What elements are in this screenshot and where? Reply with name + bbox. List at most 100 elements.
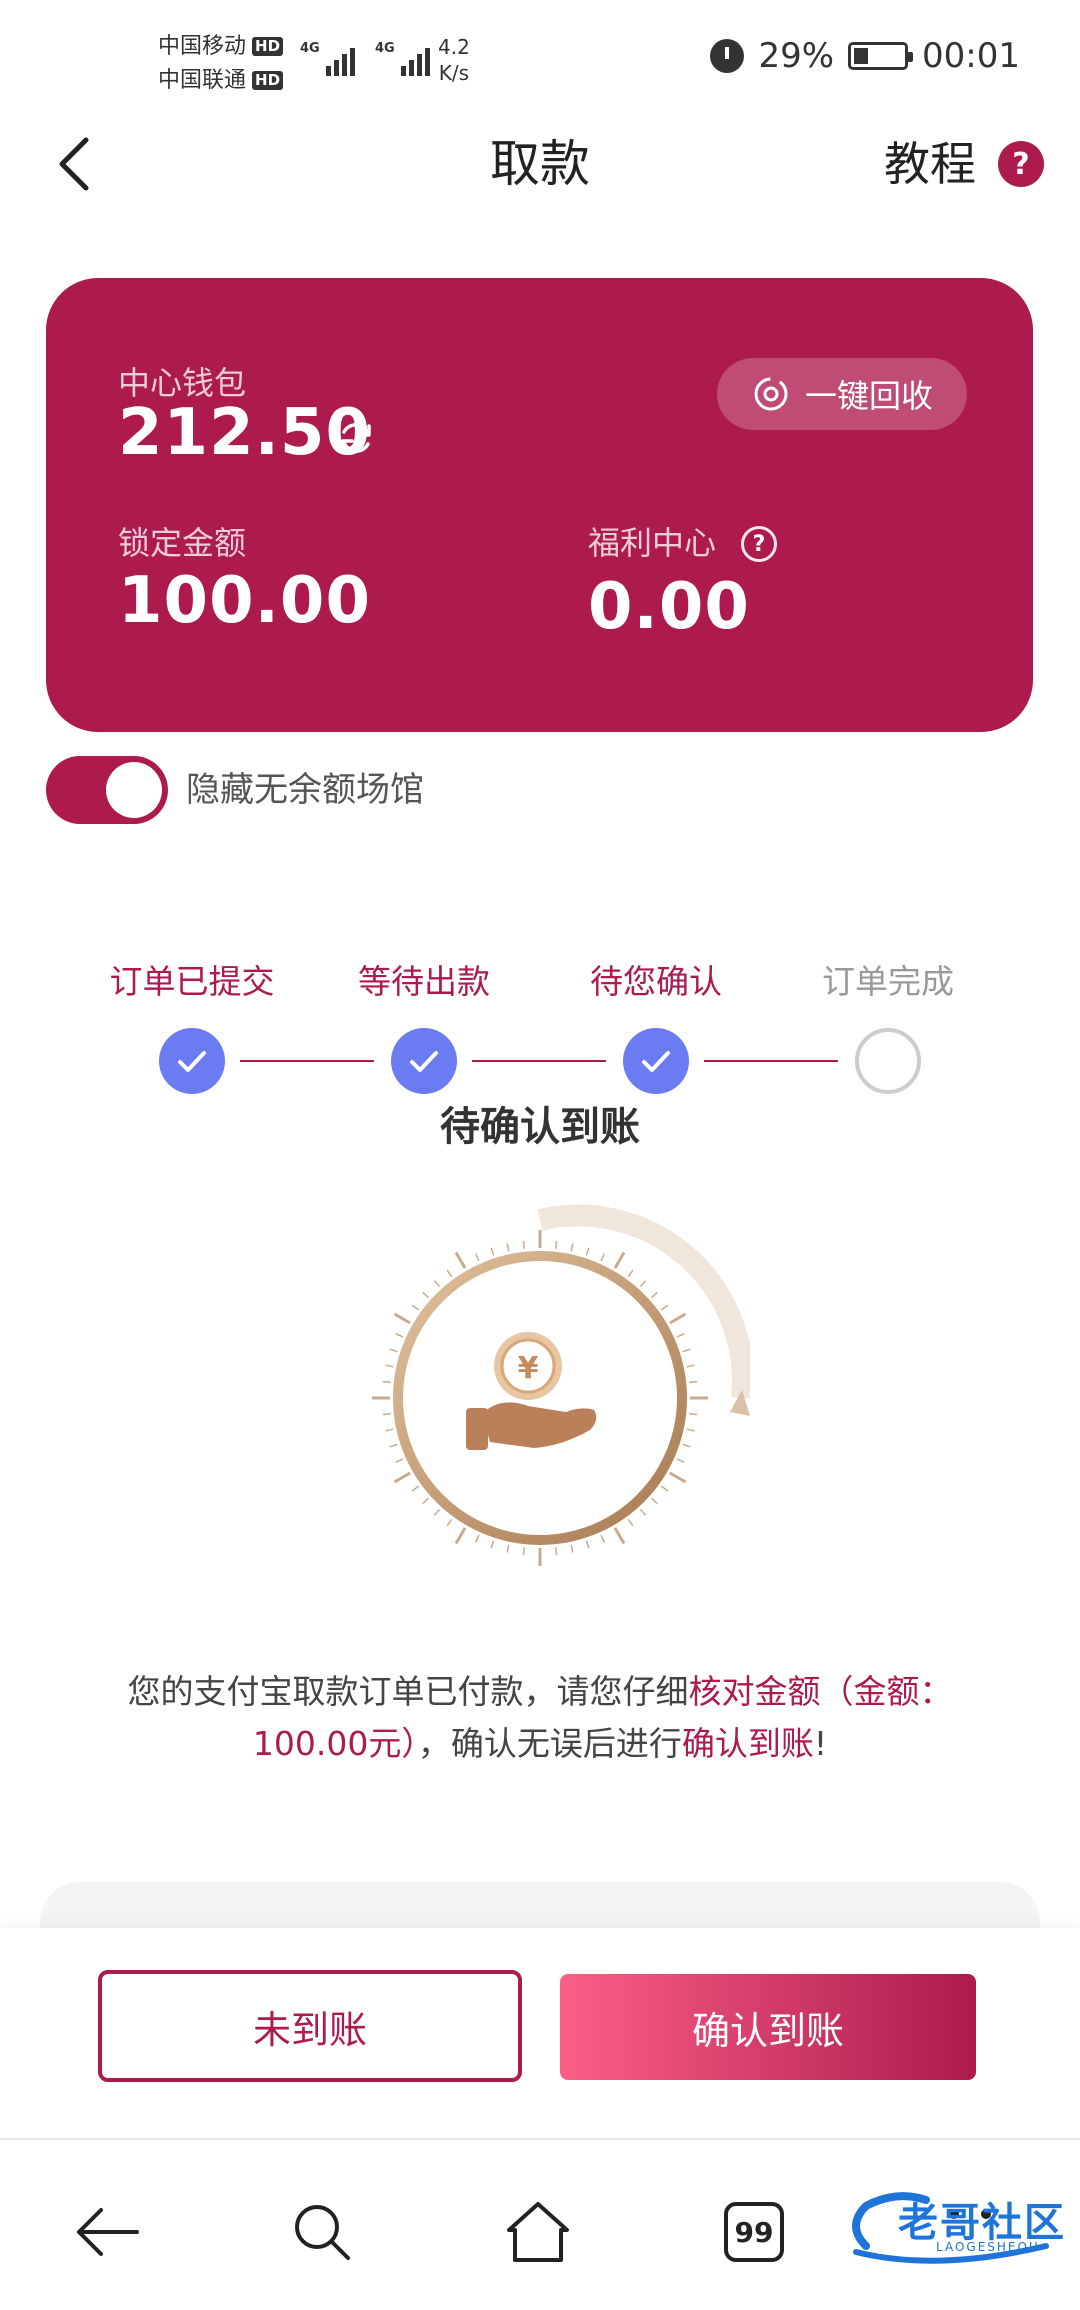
watermark-logo: 老哥社区 LAOGESHEQU — [836, 2176, 1066, 2272]
dial-tick — [554, 1240, 558, 1249]
dial-tick — [411, 1304, 420, 1311]
dial-tick — [522, 1240, 526, 1249]
dial-tick — [686, 1428, 695, 1432]
dial-tick — [389, 1348, 398, 1353]
dial-tick — [682, 1348, 691, 1353]
confirm-received-button[interactable]: 确认到账 — [560, 1974, 976, 2080]
toggle-knob — [106, 762, 162, 818]
dial-tick — [393, 1471, 411, 1484]
dial-tick — [686, 1364, 695, 1368]
dial-tick — [395, 1458, 404, 1463]
help-icon: ? — [998, 141, 1044, 187]
signal-icon: 4G — [375, 40, 430, 76]
desc-highlight-check-amount: 核对金额 — [688, 1672, 821, 1711]
status-bar: 中国移动 HD 中国联通 HD 4G 4G 4.2 K/s 29% 00:01 — [0, 0, 1080, 110]
dial-tick — [660, 1304, 669, 1311]
network-speed: 4.2 K/s — [438, 34, 470, 86]
dial-tick — [395, 1333, 404, 1338]
hide-empty-venues-label: 隐藏无余额场馆 — [186, 770, 424, 810]
one-click-recycle-button[interactable]: 一键回收 — [717, 358, 967, 430]
dial-tick — [522, 1547, 526, 1556]
recycle-label: 一键回收 — [804, 377, 933, 415]
nav-back-button[interactable] — [68, 2192, 148, 2272]
locked-amount-label: 锁定金额 — [118, 524, 247, 562]
home-icon — [507, 2202, 569, 2262]
dial-tick — [676, 1333, 685, 1338]
step-pending-icon — [855, 1028, 921, 1094]
step-label-awaiting-confirm: 待您确认 — [590, 962, 722, 1001]
dial-tick — [475, 1534, 480, 1543]
dial-tick — [382, 1412, 391, 1416]
recycle-icon — [754, 377, 788, 411]
dial-tick — [639, 1508, 647, 1516]
dial-tick — [570, 1243, 574, 1252]
dial-tick — [570, 1544, 574, 1553]
question-icon[interactable]: ? — [741, 526, 777, 562]
payment-dial-illustration: ¥ — [372, 1204, 750, 1566]
hd-badge: HD — [252, 71, 284, 90]
dial-tick — [446, 1269, 453, 1278]
not-received-button[interactable]: 未到账 — [98, 1970, 522, 2082]
dial-tick — [676, 1458, 685, 1463]
center-wallet-balance: 212.50 — [118, 396, 371, 470]
carrier-info: 中国移动 HD 中国联通 HD — [158, 30, 284, 98]
desc-text: ! — [813, 1724, 828, 1763]
dial-tick — [650, 1291, 658, 1299]
dial-tick — [382, 1380, 391, 1384]
step-check-icon — [623, 1028, 689, 1094]
step-check-icon — [391, 1028, 457, 1094]
network-type: 4G — [300, 41, 320, 56]
dial-tick — [411, 1485, 420, 1492]
dial-tick — [554, 1547, 558, 1556]
dial-tick — [433, 1280, 441, 1288]
svg-text:¥: ¥ — [518, 1351, 539, 1386]
welfare-center-value: 0.00 — [588, 570, 750, 644]
tutorial-button[interactable]: 教程 ? — [884, 134, 1044, 194]
step-connector — [472, 1060, 606, 1062]
status-right: 29% 00:01 — [710, 36, 1020, 76]
dial-tick — [627, 1269, 634, 1278]
dial-tick — [506, 1544, 510, 1553]
tabs-count: 99 — [734, 2215, 774, 2249]
dial-tick — [389, 1443, 398, 1448]
dial-tick — [585, 1540, 590, 1549]
arrow-left-icon — [77, 2208, 139, 2256]
dial-tick — [585, 1247, 590, 1256]
welfare-center-label: 福利中心 — [588, 524, 717, 562]
dial-tick — [669, 1471, 687, 1484]
dial-tick — [689, 1412, 698, 1416]
nav-search-button[interactable] — [282, 2192, 362, 2272]
speed-value: 4.2 — [438, 35, 470, 59]
dial-tick — [422, 1497, 430, 1505]
tutorial-label: 教程 — [884, 137, 976, 191]
nav-tabs-button[interactable]: 99 — [714, 2192, 794, 2272]
dial-tick — [682, 1443, 691, 1448]
hide-empty-venues-toggle[interactable] — [46, 756, 168, 824]
watermark-subtext: LAOGESHEQU — [936, 2240, 1040, 2254]
hd-badge: HD — [252, 37, 284, 56]
dial-tick — [639, 1280, 647, 1288]
step-connector — [704, 1060, 838, 1062]
dial-tick — [385, 1428, 394, 1432]
search-icon — [295, 2205, 350, 2260]
carrier-1: 中国移动 — [158, 34, 247, 59]
nav-home-button[interactable] — [498, 2192, 578, 2272]
speed-unit: K/s — [438, 61, 470, 85]
dial-tick — [385, 1364, 394, 1368]
dial-tick — [669, 1312, 687, 1325]
dial-tick — [613, 1251, 626, 1269]
refresh-icon[interactable] — [336, 418, 376, 458]
signal-icons: 4G 4G — [300, 40, 430, 76]
step-check-icon — [159, 1028, 225, 1094]
dial-tick — [454, 1527, 467, 1545]
locked-amount-value: 100.00 — [118, 564, 371, 638]
action-bar: 未到账 确认到账 — [0, 1928, 1080, 2138]
step-label-complete: 订单完成 — [822, 962, 954, 1001]
alarm-icon — [710, 39, 745, 73]
status-heading: 待确认到账 — [440, 1104, 640, 1150]
dial-tick — [613, 1527, 626, 1545]
dial-tick — [422, 1291, 430, 1299]
dial-tick — [660, 1485, 669, 1492]
browser-nav-bar: 99 老哥社区 LAOGESHEQU — [0, 2138, 1080, 2310]
page-header: 取款 教程 ? — [0, 110, 1080, 220]
